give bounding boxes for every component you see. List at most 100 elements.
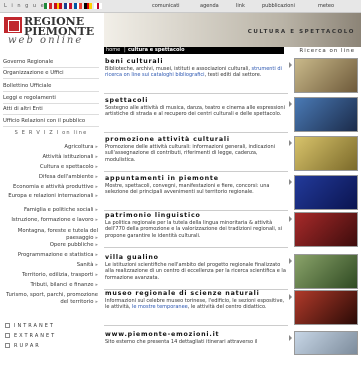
flag-stripe [79, 3, 82, 9]
nav-ufficio-relazioni[interactable]: Ufficio Relazioni con il pubblico [3, 118, 85, 124]
main-content: beni culturali Biblioteche, archivi, muse… [104, 58, 288, 358]
library-thumbnail[interactable] [294, 58, 358, 93]
topic-link[interactable]: Opere pubbliche ▸ [2, 242, 98, 249]
logo-subtitle: web online [8, 35, 84, 46]
comunicati-link[interactable]: comunicati [152, 3, 180, 9]
intranet-link[interactable]: INTRANET [5, 323, 55, 329]
nav-leggi-regolamenti[interactable]: Leggi e regolamenti [3, 95, 56, 101]
article-text: Le istituzioni scientifiche nell'ambito … [105, 262, 286, 281]
arrow-right-icon: ▸ [95, 154, 98, 160]
topic-link[interactable]: Economia e attività produttive ▸ [2, 184, 98, 191]
topic-link[interactable]: Montagna, foreste e tutela del paesaggio… [2, 228, 98, 242]
rupar-link[interactable]: RUPAR [5, 343, 41, 349]
uk-flag-icon[interactable] [64, 3, 72, 9]
topic-link[interactable]: Europa e relazioni internazionali ▸ [2, 193, 98, 200]
content-article: patrimonio linguistico La politica region… [104, 212, 288, 248]
arrow-right-icon: ▸ [95, 164, 98, 170]
topic-label: Turismo, sport, parchi, promozione del t… [6, 292, 98, 305]
article-title-link[interactable]: museo regionale di scienze naturali [105, 290, 260, 297]
article-divider [104, 132, 288, 133]
breadcrumb-current: cultura e spettacolo [128, 47, 185, 53]
topic-link[interactable]: Programmazione e statistica ▸ [2, 252, 98, 259]
topic-label: Agricoltura [64, 144, 94, 150]
nav-divider [3, 91, 99, 92]
topic-link[interactable]: Agricoltura ▸ [2, 144, 98, 151]
arrow-right-icon: ▸ [95, 262, 98, 268]
extranet-link[interactable]: EXTRANET [5, 333, 56, 339]
flag-stripe [49, 3, 52, 9]
piemonte-emozioni-thumbnail[interactable] [294, 331, 358, 355]
topic-link[interactable]: Territorio, edilizia, trasporti ▸ [2, 272, 98, 279]
events-thumbnail[interactable] [294, 175, 358, 210]
article-divider [104, 210, 288, 211]
pubblicazioni-link[interactable]: pubblicazioni [262, 3, 295, 9]
topic-link[interactable]: Famiglia e politiche sociali ▸ [2, 207, 98, 214]
nav-governo-regionale[interactable]: Governo Regionale [3, 59, 53, 65]
article-title-link[interactable]: appuntamenti in piemonte [105, 175, 219, 182]
topic-label: Istruzione, formazione e lavoro [11, 217, 94, 223]
article-text: , le attività del centro didattico. [187, 304, 267, 311]
topic-link[interactable]: Istruzione, formazione e lavoro ▸ [2, 217, 98, 224]
breadcrumb-home-link[interactable]: home [106, 47, 120, 53]
article-divider [104, 171, 288, 172]
article-title-link[interactable]: patrimonio linguistico [105, 212, 201, 219]
rupar-label: RUPAR [14, 343, 41, 349]
article-text: Promozione delle attività culturali: inf… [105, 144, 276, 163]
nav-organizzazione-uffici[interactable]: Organizzazione e Uffici [3, 70, 64, 76]
topic-link[interactable]: Cultura e spettacolo ▸ [2, 164, 98, 171]
japanese-flag-icon[interactable] [94, 3, 102, 9]
spanish-flag-icon[interactable] [54, 3, 62, 9]
article-title-link[interactable]: spettacoli [105, 97, 148, 104]
search-online-link[interactable]: Ricerca on line [299, 48, 355, 54]
arrow-right-icon [289, 101, 292, 107]
topic-link[interactable]: Tributi, bilanci e finanze ▸ [2, 282, 98, 289]
arrow-right-icon [289, 258, 292, 264]
museum-thumbnail[interactable] [294, 290, 358, 325]
content-article: promozione attività culturali Promozione … [104, 136, 288, 172]
content-article: appuntamenti in piemonte Mostre, spettaco… [104, 175, 288, 211]
arrow-right-icon: ▸ [95, 217, 98, 223]
article-title-link[interactable]: villa gualino [105, 254, 159, 261]
french-flag-icon[interactable] [74, 3, 82, 9]
article-text: Sito esterno che presenta 14 dettagliati… [105, 339, 258, 345]
arrow-right-icon: ▸ [95, 193, 98, 199]
intranet-bullet-icon [5, 323, 10, 328]
topic-link[interactable]: Attività istituzionali ▸ [2, 154, 98, 161]
topic-link[interactable]: Difesa dell'ambiente ▸ [2, 174, 98, 181]
meteo-link[interactable]: meteo [318, 3, 334, 9]
article-title-link[interactable]: www.piemonte-emozioni.it [105, 331, 219, 338]
topic-label: Famiglia e politiche sociali [23, 207, 94, 213]
content-article: villa gualino Le istituzioni scientifiche… [104, 254, 288, 290]
concert-thumbnail[interactable] [294, 97, 358, 132]
breadcrumb: home | cultura e spettacolo [104, 47, 284, 54]
link-link[interactable]: link [236, 3, 245, 9]
italian-flag-icon[interactable] [44, 3, 52, 9]
nav-divider [3, 78, 99, 79]
language-thumbnail[interactable] [294, 212, 358, 247]
arrow-right-icon: ▸ [95, 282, 98, 288]
villa-thumbnail[interactable] [294, 254, 358, 289]
article-title-link[interactable]: beni culturali [105, 58, 163, 65]
article-text: La politica regionale per la tutela dell… [105, 220, 282, 239]
article-text: Biblioteche, archivi, musei, istituti e … [105, 66, 252, 72]
regione-piemonte-logo[interactable]: REGIONE PIEMONTE web online [0, 13, 104, 49]
arrow-right-icon: ▸ [95, 184, 98, 190]
article-body: Le istituzioni scientifiche nell'ambito … [105, 262, 287, 281]
agenda-link[interactable]: agenda [200, 3, 219, 9]
article-inline-link[interactable]: le mostre temporanee [132, 304, 188, 310]
article-body: Sito esterno che presenta 14 dettagliati… [105, 339, 287, 345]
nav-divider [3, 114, 99, 115]
arrow-right-icon: ▸ [95, 174, 98, 180]
nav-atti-altri-enti[interactable]: Atti di altri Enti [3, 106, 43, 112]
topic-label: Tributi, bilanci e finanze [30, 282, 94, 288]
nav-bollettino-ufficiale[interactable]: Bollettino Ufficiale [3, 83, 51, 89]
article-title-link[interactable]: promozione attività culturali [105, 136, 230, 143]
flag-stripe [99, 3, 102, 9]
topic-link[interactable]: Turismo, sport, parchi, promozione del t… [2, 292, 98, 306]
culture-promo-thumbnail[interactable] [294, 136, 358, 171]
topic-label: Programmazione e statistica [17, 252, 94, 258]
topic-link[interactable]: Sanità ▸ [2, 262, 98, 269]
article-divider [104, 325, 288, 326]
arrow-right-icon: ▸ [95, 207, 98, 213]
german-flag-icon[interactable] [84, 3, 92, 9]
